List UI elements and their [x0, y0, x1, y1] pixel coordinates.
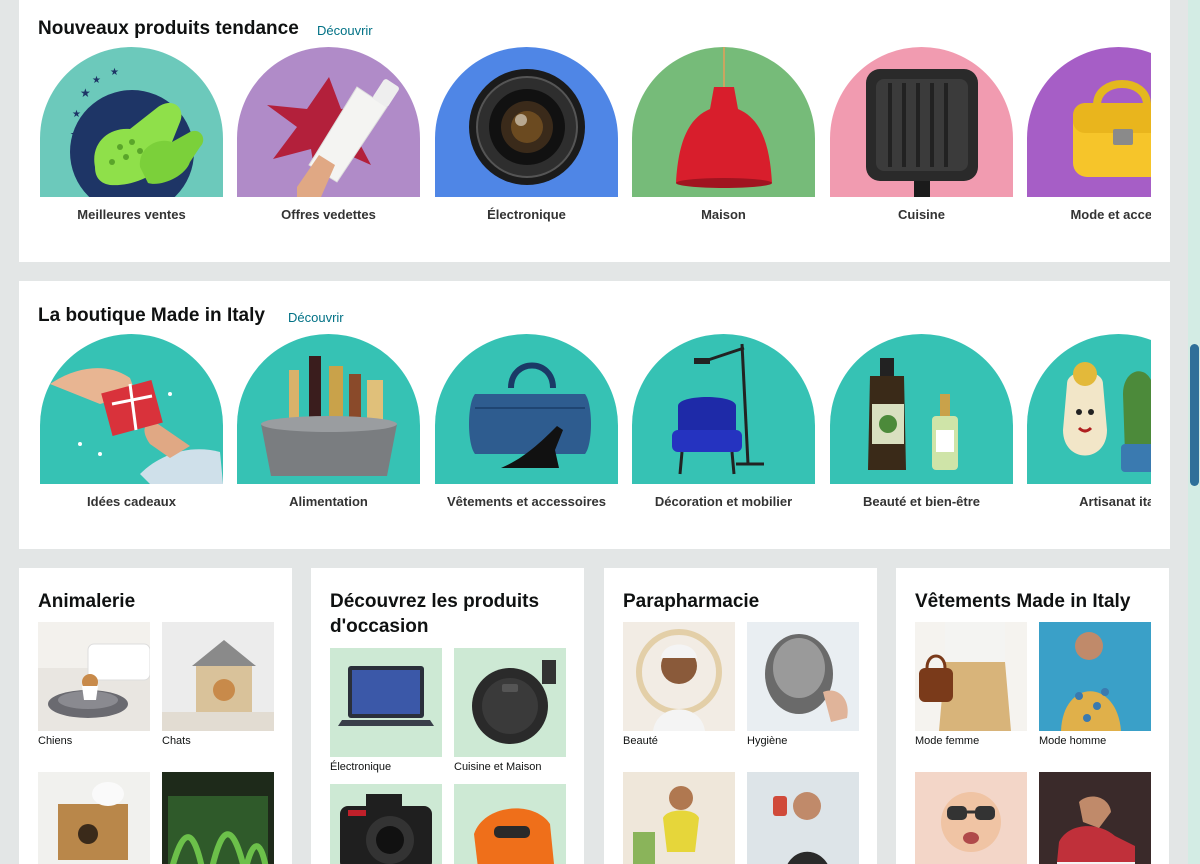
hair-wash-icon	[747, 622, 859, 731]
women-fashion-icon	[915, 622, 1027, 731]
red-lamp-icon	[632, 47, 815, 197]
trending-item-label: Électronique	[487, 207, 566, 222]
card-title: Animalerie	[38, 591, 136, 612]
card-used-products: Découvrez les produits d'occasion Électr…	[311, 568, 584, 864]
italy-item-label: Idées cadeaux	[87, 494, 176, 509]
trending-item-home[interactable]: Maison	[632, 47, 815, 232]
card-title: Vêtements Made in Italy	[915, 591, 1131, 612]
dslr-camera-icon	[330, 784, 442, 864]
italy-discover-link[interactable]: Découvrir	[288, 310, 344, 325]
hamster-house-icon	[38, 772, 150, 864]
tile-used-tools[interactable]	[454, 784, 566, 864]
italy-item-decoration[interactable]: Décoration et mobilier	[632, 334, 815, 519]
trending-item-label: Mode et access	[1070, 207, 1151, 222]
tile-used-camera[interactable]	[330, 784, 442, 864]
trending-products-panel: Nouveaux produits tendance Découvrir ★ ★ ★…	[19, 0, 1170, 262]
trending-item-label: Maison	[701, 207, 746, 222]
italy-item-beauty[interactable]: Beauté et bien-être	[830, 334, 1013, 519]
camera-lens-icon	[435, 47, 618, 197]
tile-aquarium[interactable]	[162, 772, 274, 864]
svg-text:★: ★	[92, 75, 101, 86]
tile-beauty[interactable]: Beauté	[623, 622, 735, 747]
sneakers-icon	[1039, 772, 1151, 864]
fitness-woman-icon	[623, 772, 735, 864]
bag-heels-icon	[435, 334, 618, 484]
tile-caption: Chiens	[38, 735, 73, 747]
italy-panel-title: La boutique Made in Italy	[38, 305, 265, 326]
yellow-bag-icon	[1027, 47, 1151, 197]
card-italian-clothing: Vêtements Made in Italy Mode femme Mode …	[896, 568, 1169, 864]
italy-item-label: Artisanat ital	[1079, 494, 1151, 509]
card-pet-supplies: Animalerie Chiens Chats	[19, 568, 292, 864]
tile-women-fashion[interactable]: Mode femme	[915, 622, 1027, 747]
tile-men-fashion[interactable]: Mode homme	[1039, 622, 1151, 747]
trending-item-fashion[interactable]: Mode et access	[1027, 47, 1151, 232]
trending-item-best-sellers[interactable]: ★ ★ ★ ★ ★ Meilleures ventes	[40, 47, 223, 232]
tile-caption: Électronique	[330, 761, 392, 773]
tile-hygiene[interactable]: Hygiène	[747, 622, 859, 747]
orange-sander-icon	[454, 784, 566, 864]
card-title: Parapharmacie	[623, 591, 760, 612]
trending-item-label: Cuisine	[898, 207, 945, 222]
drinking-man-icon	[747, 772, 859, 864]
italy-item-crafts[interactable]: Artisanat ital	[1027, 334, 1151, 519]
italy-item-label: Vêtements et accessoires	[447, 494, 606, 509]
tile-caption: Cuisine et Maison	[454, 761, 542, 773]
white-bottle-icon	[237, 47, 420, 197]
svg-text:★: ★	[80, 86, 91, 100]
svg-text:★: ★	[110, 67, 119, 78]
trending-item-kitchen[interactable]: Cuisine	[830, 47, 1013, 232]
robot-vacuum-icon	[454, 648, 566, 757]
italy-item-label: Beauté et bien-être	[862, 494, 981, 509]
tile-dogs[interactable]: Chiens	[38, 622, 150, 747]
italy-item-label: Décoration et mobilier	[654, 494, 793, 509]
tile-baby-fashion[interactable]	[915, 772, 1027, 864]
page-scrollbar-track[interactable]	[1188, 0, 1200, 864]
tile-cats[interactable]: Chats	[162, 622, 274, 747]
card-title: Découvrez les produits d'occasion	[330, 591, 540, 637]
tile-caption: Mode homme	[1039, 735, 1107, 747]
cat-house-icon	[162, 622, 274, 731]
svg-text:★: ★	[70, 129, 78, 139]
tile-used-kitchen-home[interactable]: Cuisine et Maison	[454, 648, 566, 773]
dog-bed-icon	[38, 622, 150, 731]
italy-item-food[interactable]: Alimentation	[237, 334, 420, 519]
tile-caption: Mode femme	[915, 735, 980, 747]
aquarium-icon	[162, 772, 274, 864]
laptop-icon	[330, 648, 442, 757]
tile-fitness[interactable]	[623, 772, 735, 864]
svg-text:★: ★	[72, 109, 81, 120]
page-scrollbar-thumb[interactable]	[1190, 344, 1199, 486]
italy-item-clothing[interactable]: Vêtements et accessoires	[435, 334, 618, 519]
food-basket-icon	[237, 334, 420, 484]
trending-item-featured-offers[interactable]: Offres vedettes	[237, 47, 420, 232]
trending-panel-title: Nouveaux produits tendance	[38, 18, 299, 39]
skincare-woman-icon	[623, 622, 735, 731]
baby-sunglasses-icon	[915, 772, 1027, 864]
tile-caption: Hygiène	[747, 735, 788, 747]
tile-caption: Chats	[162, 735, 191, 747]
men-fashion-icon	[1039, 622, 1151, 731]
trending-item-electronics[interactable]: Électronique	[435, 47, 618, 232]
gift-hands-icon	[40, 334, 223, 484]
trending-carousel: ★ ★ ★ ★ ★ Meilleures ventes Offres vedettes	[40, 47, 1151, 247]
cosmetics-icon	[830, 334, 1013, 484]
ceramic-vase-icon	[1027, 334, 1151, 484]
tile-sneakers[interactable]	[1039, 772, 1151, 864]
made-in-italy-panel: La boutique Made in Italy Découvrir Idée…	[19, 281, 1170, 549]
card-parapharmacy: Parapharmacie Beauté Hygiène	[604, 568, 877, 864]
trending-item-label: Offres vedettes	[281, 207, 376, 222]
tile-caption: Beauté	[623, 735, 658, 747]
tile-used-electronics[interactable]: Électronique	[330, 648, 442, 773]
green-clog-icon: ★ ★ ★ ★ ★	[40, 47, 223, 197]
tile-sports-drink[interactable]	[747, 772, 859, 864]
italy-carousel: Idées cadeaux Alimentation Vêtements et …	[40, 334, 1151, 534]
armchair-lamp-icon	[632, 334, 815, 484]
italy-item-gift-ideas[interactable]: Idées cadeaux	[40, 334, 223, 519]
trending-item-label: Meilleures ventes	[77, 207, 186, 222]
tile-rodents[interactable]	[38, 772, 150, 864]
grill-pan-icon	[830, 47, 1013, 197]
italy-item-label: Alimentation	[289, 494, 368, 509]
trending-discover-link[interactable]: Découvrir	[317, 23, 373, 38]
